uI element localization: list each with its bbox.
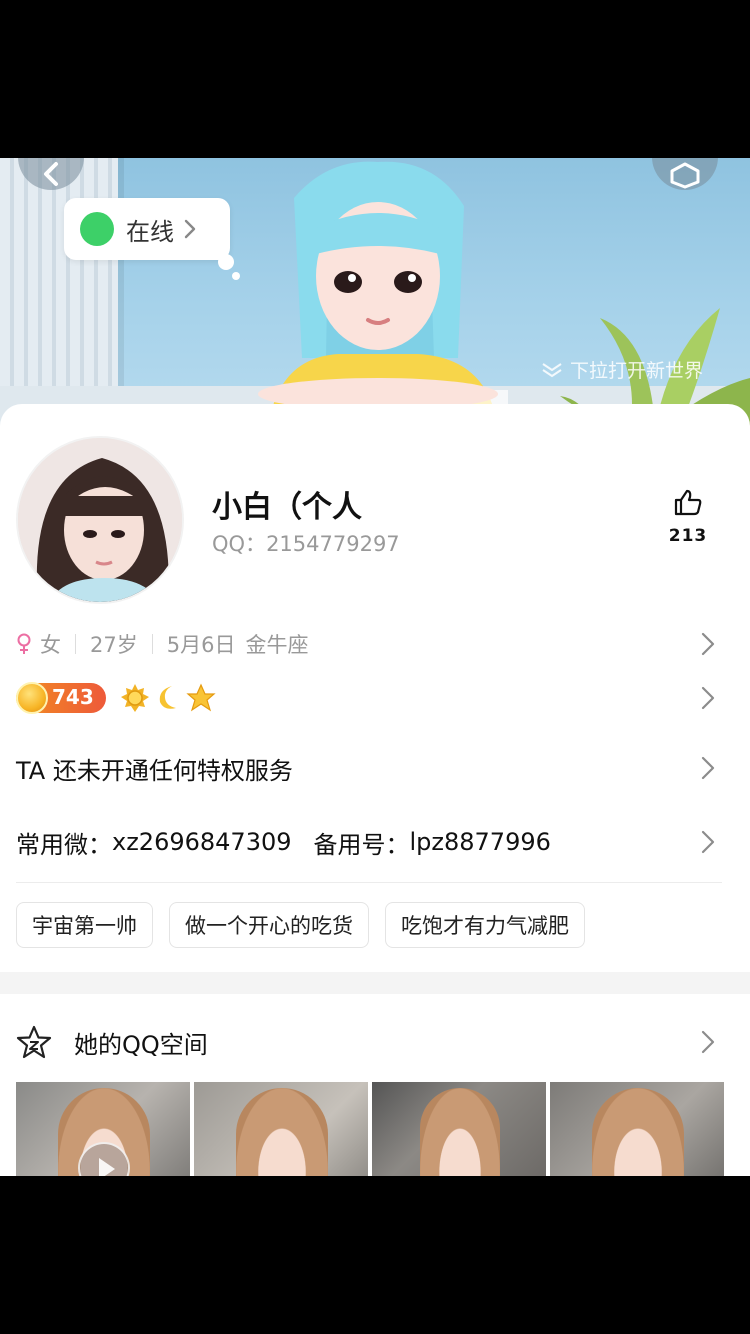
qzone-star-icon xyxy=(16,1025,52,1059)
privilege-row[interactable]: TA 还未开通任何特权服务 xyxy=(16,748,724,788)
chevron-right-icon xyxy=(701,632,715,656)
online-status-label: 在线 xyxy=(126,217,174,246)
gender-label: 女 xyxy=(40,633,61,657)
personal-tags: 宇宙第一帅 做一个开心的吃货 吃饱才有力气减肥 xyxy=(16,902,585,948)
info-separator xyxy=(75,634,76,654)
chevron-right-icon xyxy=(701,1030,715,1054)
primary-contact-value: xz2696847309 xyxy=(112,828,292,856)
privilege-text: TA 还未开通任何特权服务 xyxy=(16,756,293,785)
female-icon xyxy=(17,633,31,654)
contact-row[interactable]: 常用微： xz2696847309 备用号： lpz8877996 xyxy=(16,822,724,862)
profile-banner[interactable]: 在线 下拉打开新世界 xyxy=(0,158,750,428)
qzone-photo[interactable] xyxy=(194,1082,368,1176)
online-dot-icon xyxy=(80,212,114,246)
qzone-photo-strip xyxy=(16,1082,724,1176)
pull-down-hint: 下拉打开新世界 xyxy=(540,356,703,383)
profile-screen: 在线 下拉打开新世界 小白（个人 QQ：2154779297 213 女 27岁… xyxy=(0,158,750,1176)
online-status-button[interactable]: 在线 xyxy=(64,198,230,260)
like-count: 213 xyxy=(668,526,708,546)
qq-number: QQ：2154779297 xyxy=(212,528,400,558)
qzone-photo[interactable] xyxy=(16,1082,190,1176)
qzone-photo[interactable] xyxy=(372,1082,546,1176)
share-icon xyxy=(670,162,700,189)
qzone-title: 她的QQ空间 xyxy=(74,1030,208,1059)
tag-chip[interactable]: 宇宙第一帅 xyxy=(16,902,153,948)
backup-contact-label: 备用号： xyxy=(313,830,410,859)
chevron-right-icon xyxy=(701,756,715,780)
qzone-row[interactable]: 她的QQ空间 xyxy=(16,1020,724,1064)
like-button[interactable]: 213 xyxy=(666,488,710,546)
chevron-right-icon xyxy=(701,830,715,854)
level-icons xyxy=(120,683,216,713)
3d-avatar-figure xyxy=(258,161,508,428)
basic-info-row[interactable]: 女 27岁 5月6日 金牛座 xyxy=(16,626,724,662)
photo-subject xyxy=(592,1088,684,1176)
backup-contact-value: lpz8877996 xyxy=(409,828,551,856)
moon-icon xyxy=(159,686,176,709)
chevron-right-icon xyxy=(184,219,196,239)
chevron-right-icon xyxy=(701,686,715,710)
thumbs-up-icon xyxy=(674,489,702,516)
photo-subject xyxy=(236,1088,328,1176)
back-button[interactable] xyxy=(18,158,84,190)
level-badge: 743 xyxy=(16,682,106,714)
info-separator xyxy=(151,634,153,654)
qq-number-value: 2154779297 xyxy=(266,532,400,556)
qq-level-row[interactable]: 743 xyxy=(16,680,724,716)
tag-chip[interactable]: 做一个开心的吃货 xyxy=(169,902,369,948)
share-button[interactable] xyxy=(652,158,718,190)
back-arrow-icon xyxy=(44,162,58,186)
level-coin-icon xyxy=(16,682,48,714)
avatar-photo xyxy=(18,438,182,602)
level-number: 743 xyxy=(52,685,94,709)
section-separator xyxy=(0,972,750,994)
photo-subject xyxy=(420,1088,500,1176)
pull-hint-text: 下拉打开新世界 xyxy=(570,360,704,382)
nickname: 小白（个人 xyxy=(212,490,362,525)
star-icon xyxy=(186,683,216,712)
double-chevron-down-icon xyxy=(542,362,562,377)
profile-card: 小白（个人 QQ：2154779297 213 女 27岁 5月6日 金牛座 7… xyxy=(0,404,750,1176)
qzone-photo[interactable] xyxy=(550,1082,724,1176)
tag-chip[interactable]: 吃饱才有力气减肥 xyxy=(385,902,585,948)
primary-contact-label: 常用微： xyxy=(16,830,112,859)
divider xyxy=(16,882,722,883)
zodiac-label: 金牛座 xyxy=(245,633,309,657)
birthday-label: 5月6日 xyxy=(166,633,236,657)
avatar[interactable] xyxy=(16,436,184,604)
sun-icon xyxy=(121,684,149,712)
age-label: 27岁 xyxy=(90,633,138,657)
qq-label: QQ： xyxy=(212,532,267,556)
